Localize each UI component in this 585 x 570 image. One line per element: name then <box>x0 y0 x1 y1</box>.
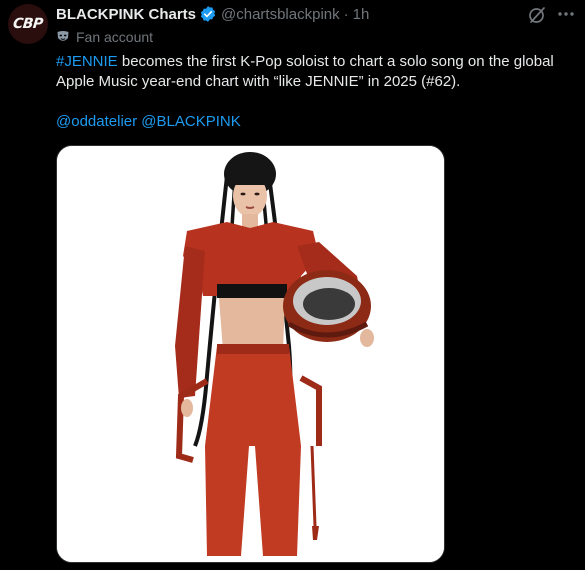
photo-illustration <box>57 146 444 562</box>
verified-badge-icon <box>199 5 217 23</box>
fan-mask-icon <box>56 30 70 44</box>
handle[interactable]: @chartsblackpink <box>221 6 340 23</box>
grok-icon[interactable] <box>527 5 547 25</box>
account-label: Fan account <box>56 28 153 46</box>
timestamp[interactable]: 1h <box>353 6 370 23</box>
tweet[interactable]: CBP BLACKPINK Charts @chartsblackpink · … <box>0 0 585 570</box>
tweet-photo[interactable] <box>56 145 445 563</box>
display-name[interactable]: BLACKPINK Charts <box>56 6 196 23</box>
hashtag-link[interactable]: #JENNIE <box>56 53 118 70</box>
tweet-text: #JENNIE becomes the first K-Pop soloist … <box>56 52 576 92</box>
mention-link-oddatelier[interactable]: @oddatelier <box>56 113 137 130</box>
tweet-header: BLACKPINK Charts @chartsblackpink · 1h <box>56 4 369 24</box>
fan-account-label: Fan account <box>76 29 154 45</box>
more-options-icon[interactable] <box>555 4 577 24</box>
avatar[interactable]: CBP <box>8 4 48 44</box>
separator-dot: · <box>343 5 349 23</box>
avatar-logo-text: CBP <box>12 16 44 32</box>
mention-link-blackpink[interactable]: @BLACKPINK <box>141 113 240 130</box>
tweet-body: becomes the first K-Pop soloist to chart… <box>56 53 554 90</box>
mentions-line: @oddatelier @BLACKPINK <box>56 112 241 132</box>
